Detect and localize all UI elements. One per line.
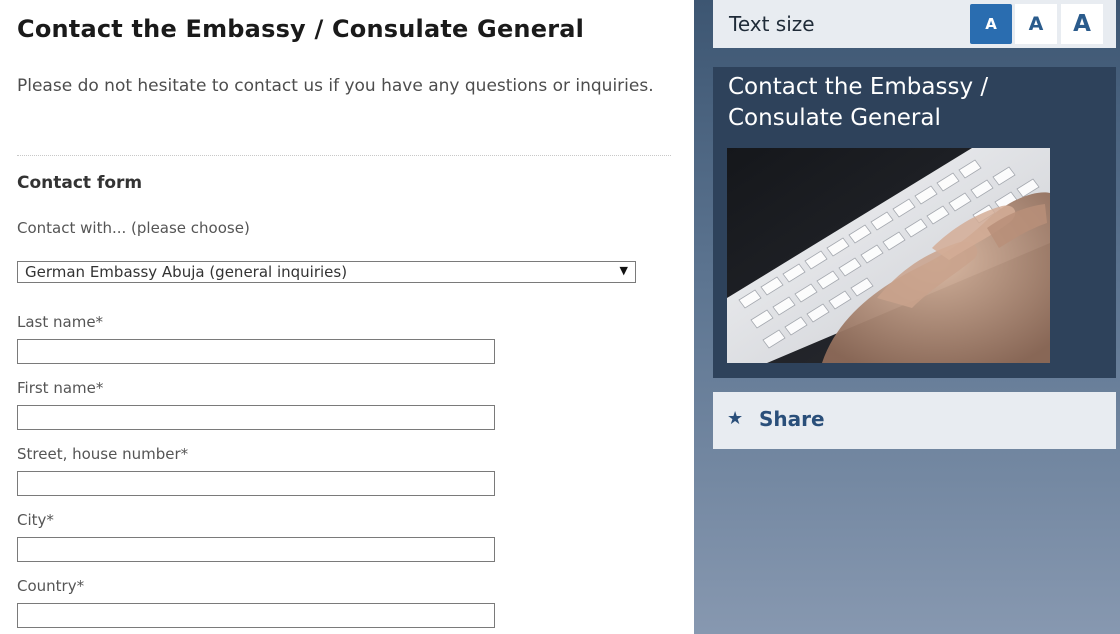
text-size-bar: Text size A A A [713,0,1116,48]
form-heading: Contact form [17,173,143,193]
country-input[interactable] [17,603,495,628]
street-input[interactable] [17,471,495,496]
last-name-label: Last name* [17,313,104,331]
contact-with-selected-value: German Embassy Abuja (general inquiries) [25,263,348,281]
share-bar[interactable]: ★ Share [713,392,1116,449]
keyboard-typing-image[interactable] [727,148,1050,363]
intro-text: Please do not hesitate to contact us if … [17,76,654,96]
city-label: City* [17,511,54,529]
main-content: Contact the Embassy / Consulate General … [0,0,694,634]
text-size-large-button[interactable]: A [1061,4,1103,44]
star-icon[interactable]: ★ [727,408,743,429]
text-size-label: Text size [729,12,815,36]
divider [17,155,671,156]
share-button-label[interactable]: Share [759,407,825,431]
country-label: Country* [17,577,85,595]
contact-with-label: Contact with... (please choose) [17,219,250,237]
city-input[interactable] [17,537,495,562]
last-name-input[interactable] [17,339,495,364]
contact-teaser[interactable]: Contact the Embassy / Consulate General [713,67,1116,378]
teaser-title[interactable]: Contact the Embassy / Consulate General [728,72,1098,134]
first-name-label: First name* [17,379,104,397]
first-name-input[interactable] [17,405,495,430]
dropdown-arrow-icon[interactable]: ▼ [620,264,628,277]
text-size-medium-button[interactable]: A [1015,4,1057,44]
page-title: Contact the Embassy / Consulate General [17,15,585,43]
contact-with-select[interactable]: German Embassy Abuja (general inquiries)… [17,261,636,283]
street-label: Street, house number* [17,445,189,463]
text-size-small-button[interactable]: A [970,4,1012,44]
